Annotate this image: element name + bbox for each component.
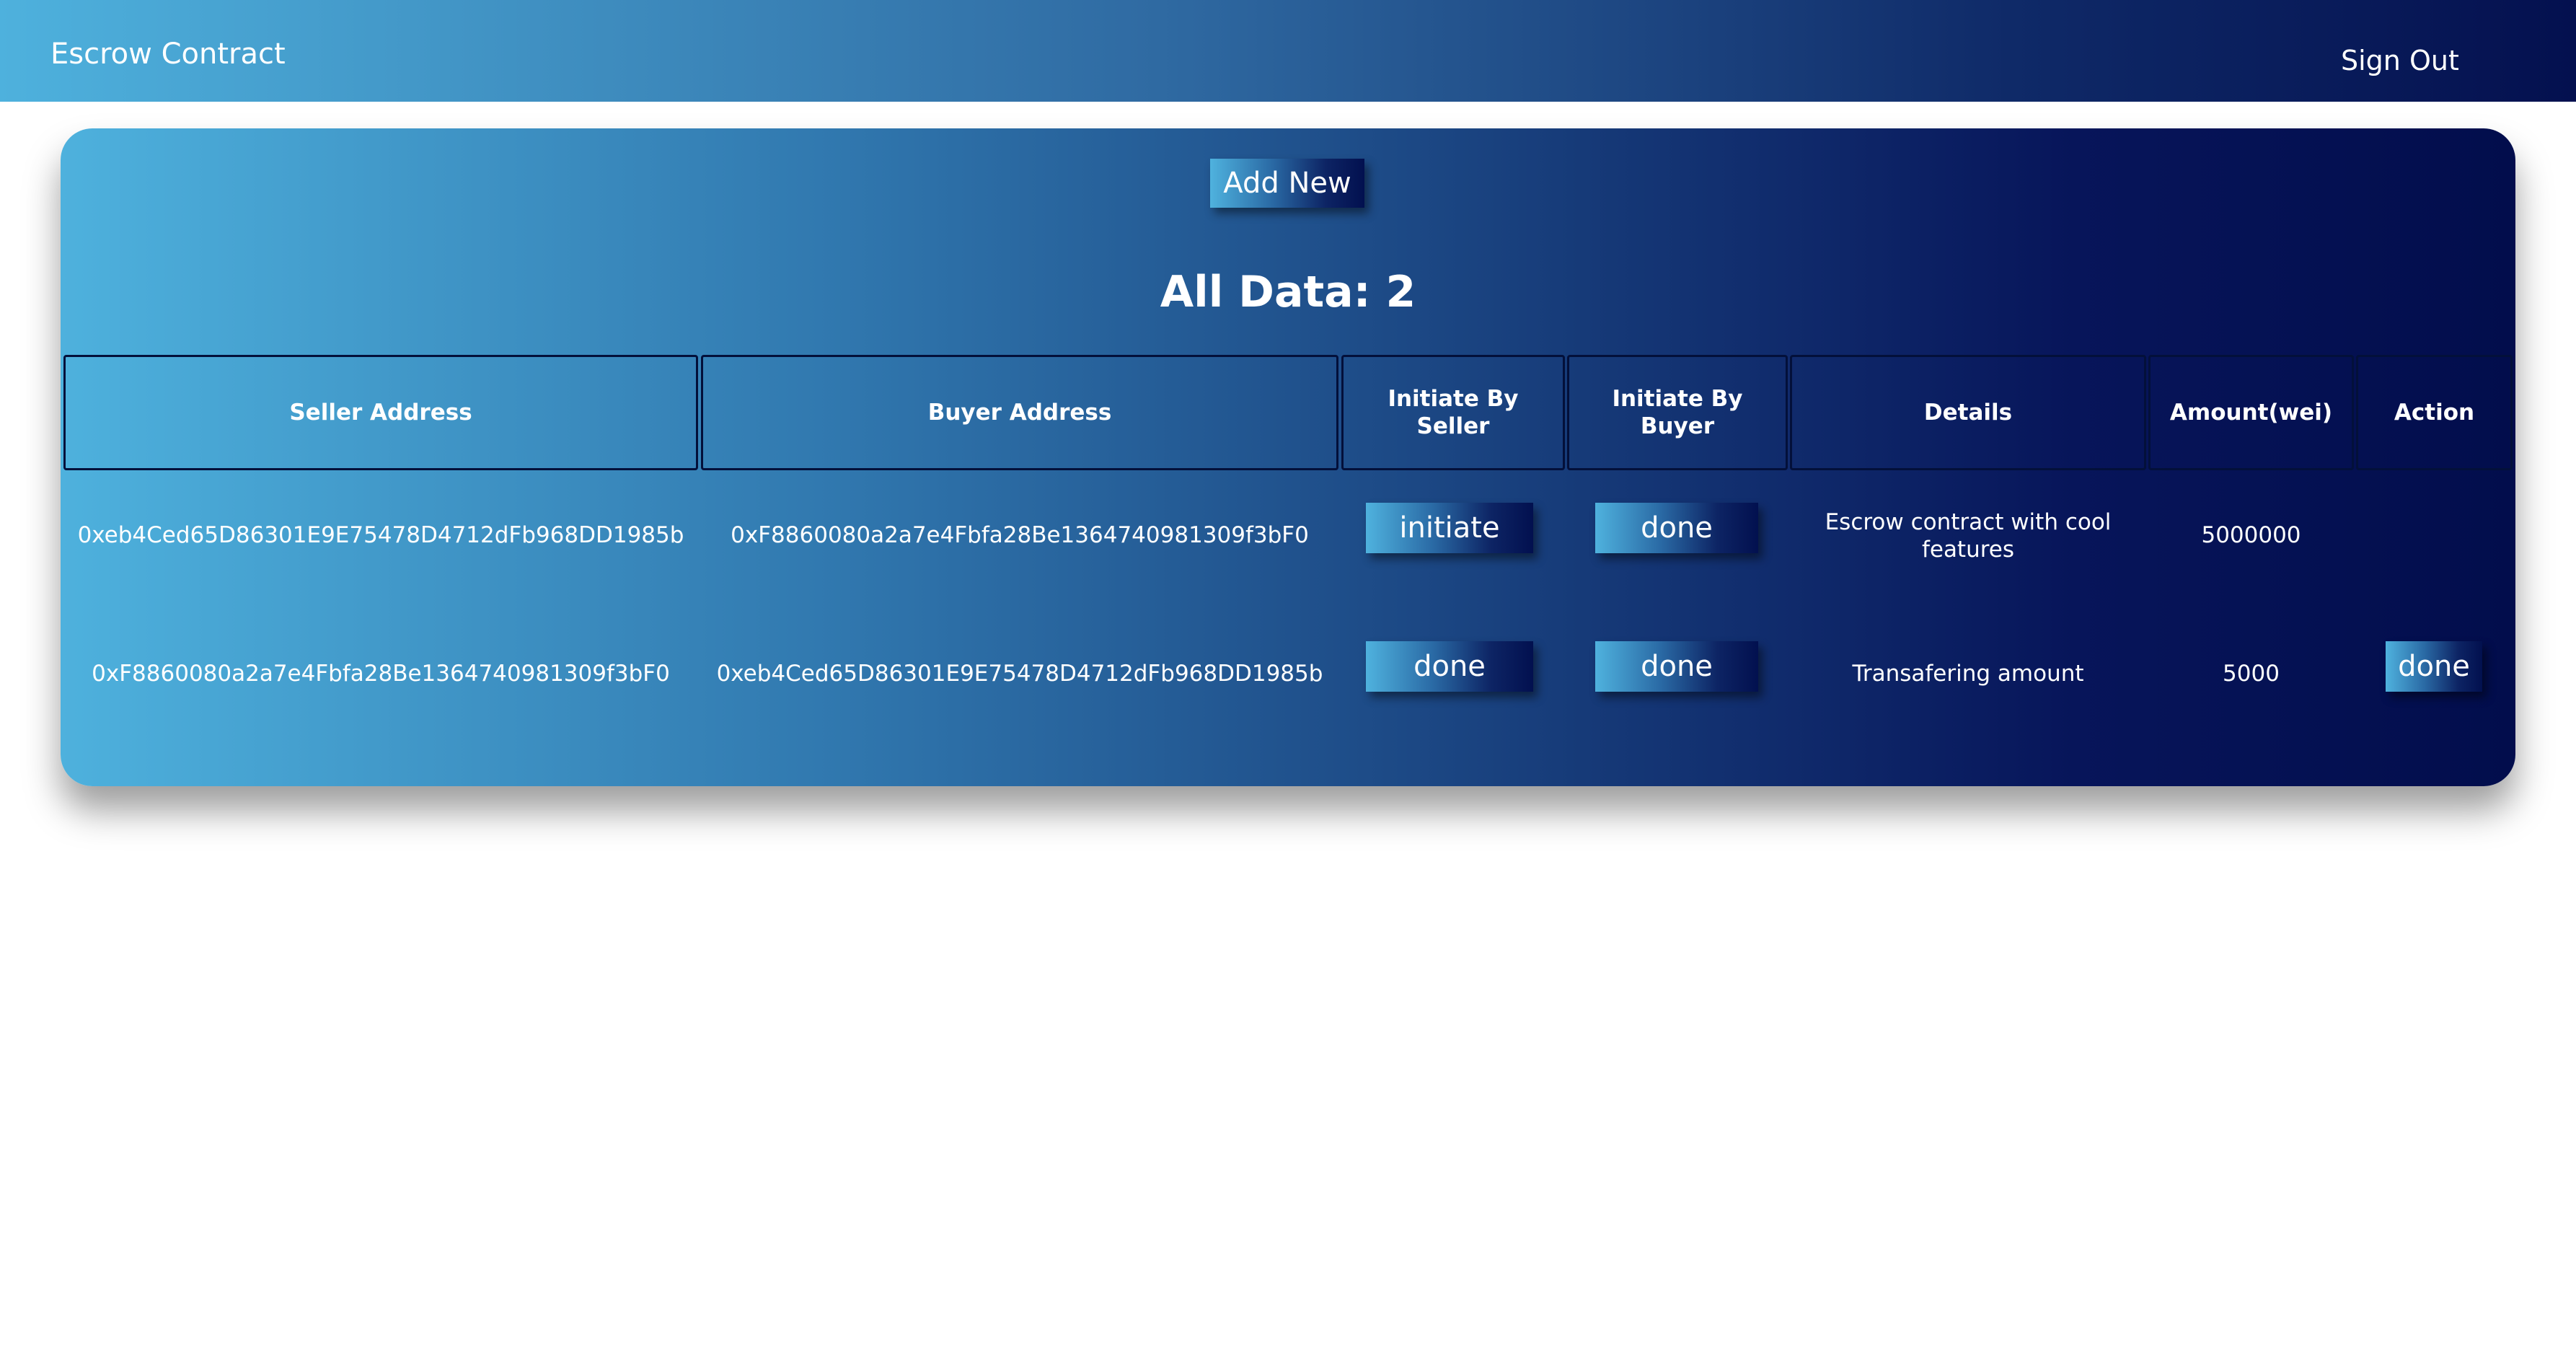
row-amount: 5000 <box>2223 661 2280 687</box>
initiate-by-buyer-button[interactable]: done <box>1595 503 1758 553</box>
add-new-button[interactable]: Add New <box>1210 159 1364 208</box>
sign-out-button[interactable]: Sign Out <box>2341 45 2459 76</box>
header-initiate-by-seller: Initiate By Seller <box>1341 355 1565 470</box>
top-navbar: Escrow Contract Sign Out <box>0 0 2576 102</box>
escrow-list-card: Add New All Data: 2 Seller Address Buyer… <box>61 128 2515 786</box>
row-details: Escrow contract with cool features <box>1825 509 2112 563</box>
header-buyer-address: Buyer Address <box>701 355 1338 470</box>
all-data-count-heading: All Data: 2 <box>1160 267 1416 317</box>
initiate-by-buyer-button[interactable]: done <box>1595 641 1758 692</box>
header-details: Details <box>1790 355 2146 470</box>
header-action: Action <box>2356 355 2513 470</box>
row-seller-address: 0xeb4Ced65D86301E9E75478D4712dFb968DD198… <box>77 522 684 548</box>
header-seller-address: Seller Address <box>63 355 698 470</box>
initiate-by-seller-button[interactable]: done <box>1366 641 1533 692</box>
row-action <box>2356 518 2513 552</box>
header-initiate-by-buyer: Initiate By Buyer <box>1567 355 1788 470</box>
row-buyer-address: 0xeb4Ced65D86301E9E75478D4712dFb968DD198… <box>716 661 1323 687</box>
initiate-by-seller-button[interactable]: initiate <box>1366 503 1533 553</box>
action-done-button[interactable]: done <box>2386 641 2482 692</box>
app-brand-title[interactable]: Escrow Contract <box>50 38 286 71</box>
row-buyer-address: 0xF8860080a2a7e4Fbfa28Be1364740981309f3b… <box>731 522 1309 548</box>
row-amount: 5000000 <box>2201 522 2301 548</box>
row-details: Transafering amount <box>1852 661 2084 687</box>
row-seller-address: 0xF8860080a2a7e4Fbfa28Be1364740981309f3b… <box>92 661 670 687</box>
header-amount-wei: Amount(wei) <box>2148 355 2354 470</box>
